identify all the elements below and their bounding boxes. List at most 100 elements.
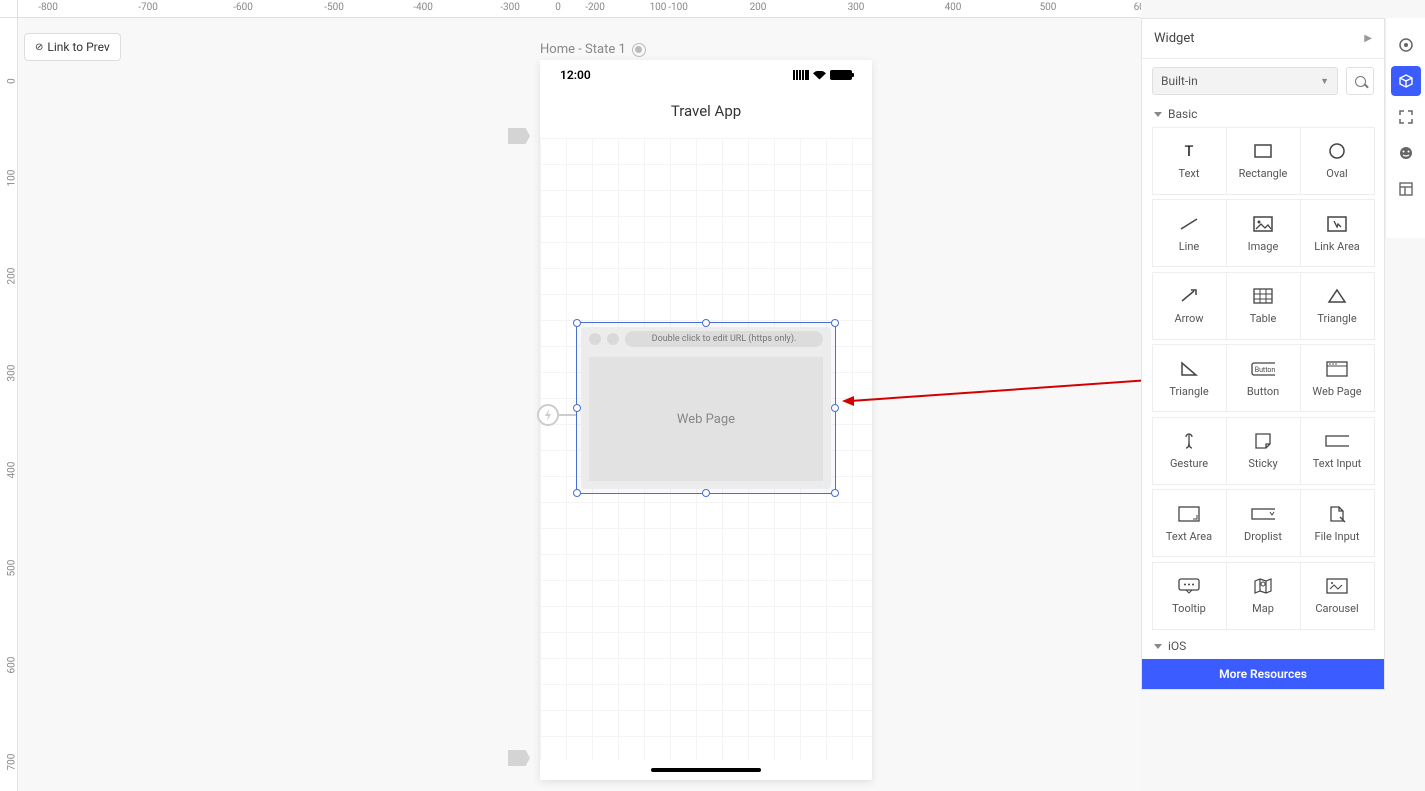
widget-triangle-right[interactable]: Triangle <box>1152 344 1227 412</box>
page-flag-bottom[interactable] <box>508 750 530 766</box>
rail-layout-button[interactable] <box>1391 174 1421 204</box>
widget-line[interactable]: Line <box>1152 199 1227 267</box>
widget-tooltip[interactable]: Tooltip <box>1152 562 1227 630</box>
widget-label: Triangle <box>1169 385 1208 398</box>
link-to-prev-label: Link to Prev <box>47 40 109 54</box>
web-page-icon <box>1325 359 1349 379</box>
webpage-widget-body[interactable]: Double click to edit URL (https only). W… <box>581 327 831 489</box>
svg-text:Button: Button <box>1255 366 1275 374</box>
gesture-icon <box>1177 431 1201 451</box>
widget-link-area[interactable]: Link Area <box>1300 199 1375 267</box>
link-to-prev-button[interactable]: ⊘ Link to Prev <box>24 33 121 61</box>
rail-fullscreen-button[interactable] <box>1391 102 1421 132</box>
artboard-title[interactable]: Home - State 1 <box>540 42 646 57</box>
artboard-title-text: Home - State 1 <box>540 42 626 57</box>
resize-handle[interactable] <box>702 489 710 497</box>
text-icon: T <box>1177 141 1201 161</box>
widget-map[interactable]: Map <box>1226 562 1301 630</box>
button-icon: Button <box>1251 359 1275 379</box>
widget-label: Link Area <box>1314 240 1360 253</box>
chevron-down-icon: ▼ <box>1320 76 1329 87</box>
widget-rectangle[interactable]: Rectangle <box>1226 127 1301 195</box>
widget-label: File Input <box>1315 530 1360 543</box>
widget-carousel[interactable]: Carousel <box>1300 562 1375 630</box>
widget-text[interactable]: T Text <box>1152 127 1227 195</box>
widget-image[interactable]: Image <box>1226 199 1301 267</box>
file-input-icon <box>1325 504 1349 524</box>
resize-handle[interactable] <box>831 404 839 412</box>
status-time: 12:00 <box>560 68 591 82</box>
rail-components-button[interactable] <box>1391 66 1421 96</box>
section-ios-header[interactable]: iOS <box>1142 635 1384 659</box>
chevron-down-icon <box>1154 644 1162 649</box>
widget-label: Arrow <box>1174 312 1203 325</box>
rectangle-icon <box>1251 141 1275 161</box>
widget-table[interactable]: Table <box>1226 272 1301 340</box>
widget-text-input[interactable]: Text Input <box>1300 417 1375 485</box>
tooltip-icon <box>1177 576 1201 596</box>
widget-label: Image <box>1248 240 1279 253</box>
selected-webpage-widget[interactable]: Double click to edit URL (https only). W… <box>576 322 836 494</box>
widget-grid: T Text Rectangle Oval Line Image Link Are… <box>1142 127 1384 635</box>
arrow-icon <box>1177 286 1201 306</box>
droplist-icon <box>1251 504 1275 524</box>
rail-emoji-button[interactable] <box>1391 138 1421 168</box>
page-flag-top[interactable] <box>508 128 530 144</box>
mobile-app-title: Travel App <box>540 90 872 132</box>
webpage-placeholder-label: Web Page <box>589 357 823 481</box>
browser-dot-icon <box>589 333 601 345</box>
text-area-icon <box>1177 504 1201 524</box>
resize-handle[interactable] <box>573 489 581 497</box>
battery-icon <box>830 70 852 80</box>
widget-label: Carousel <box>1315 602 1358 615</box>
ruler-corner <box>0 0 18 18</box>
triangle-icon <box>1325 286 1349 306</box>
widget-droplist[interactable]: Droplist <box>1226 489 1301 557</box>
collapse-icon[interactable]: ▶ <box>1364 33 1372 44</box>
design-canvas[interactable]: -800 -700 -600 -500 -400 -300 -200 -100 … <box>0 0 1141 791</box>
annotation-arrow-head <box>842 396 854 406</box>
webpage-url-hint[interactable]: Double click to edit URL (https only). <box>625 331 823 347</box>
more-resources-label: More Resources <box>1219 667 1307 681</box>
widget-arrow[interactable]: Arrow <box>1152 272 1227 340</box>
widget-library-select[interactable]: Built-in ▼ <box>1152 67 1338 95</box>
table-icon <box>1251 286 1275 306</box>
map-icon <box>1251 576 1275 596</box>
widget-sticky[interactable]: Sticky <box>1226 417 1301 485</box>
widget-label: Line <box>1179 240 1200 253</box>
resize-handle[interactable] <box>573 404 581 412</box>
search-icon <box>1355 76 1366 87</box>
svg-text:T: T <box>1185 143 1194 159</box>
widget-panel: Widget ▶ Built-in ▼ Basic T Text Rectangl… <box>1141 18 1385 690</box>
widget-file-input[interactable]: File Input <box>1300 489 1375 557</box>
rail-target-button[interactable] <box>1391 30 1421 60</box>
widget-text-area[interactable]: Text Area <box>1152 489 1227 557</box>
link-area-icon <box>1325 214 1349 234</box>
gear-icon[interactable] <box>632 43 646 57</box>
wifi-icon <box>813 71 826 80</box>
widget-library-label: Built-in <box>1161 74 1198 88</box>
resize-handle[interactable] <box>573 319 581 327</box>
triangle-right-icon <box>1177 359 1201 379</box>
section-basic-header[interactable]: Basic <box>1142 103 1384 127</box>
ruler-horizontal: -800 -700 -600 -500 -400 -300 -200 -100 … <box>18 0 1141 18</box>
widget-label: Gesture <box>1170 457 1208 470</box>
resize-handle[interactable] <box>831 319 839 327</box>
chevron-down-icon <box>1154 112 1162 117</box>
widget-web-page[interactable]: Web Page <box>1300 344 1375 412</box>
resize-handle[interactable] <box>702 319 710 327</box>
widget-button[interactable]: ButtonButton <box>1226 344 1301 412</box>
more-resources-button[interactable]: More Resources <box>1142 659 1384 689</box>
mobile-status-bar: 12:00 <box>540 60 872 90</box>
widget-search-button[interactable] <box>1346 67 1374 95</box>
widget-panel-header[interactable]: Widget ▶ <box>1142 19 1384 59</box>
resize-handle[interactable] <box>831 489 839 497</box>
widget-label: Rectangle <box>1239 167 1288 180</box>
widget-label: Oval <box>1326 167 1347 180</box>
interaction-handle[interactable] <box>537 404 559 426</box>
widget-label: Text <box>1179 167 1200 180</box>
widget-gesture[interactable]: Gesture <box>1152 417 1227 485</box>
widget-label: Droplist <box>1244 530 1282 543</box>
widget-triangle[interactable]: Triangle <box>1300 272 1375 340</box>
widget-oval[interactable]: Oval <box>1300 127 1375 195</box>
